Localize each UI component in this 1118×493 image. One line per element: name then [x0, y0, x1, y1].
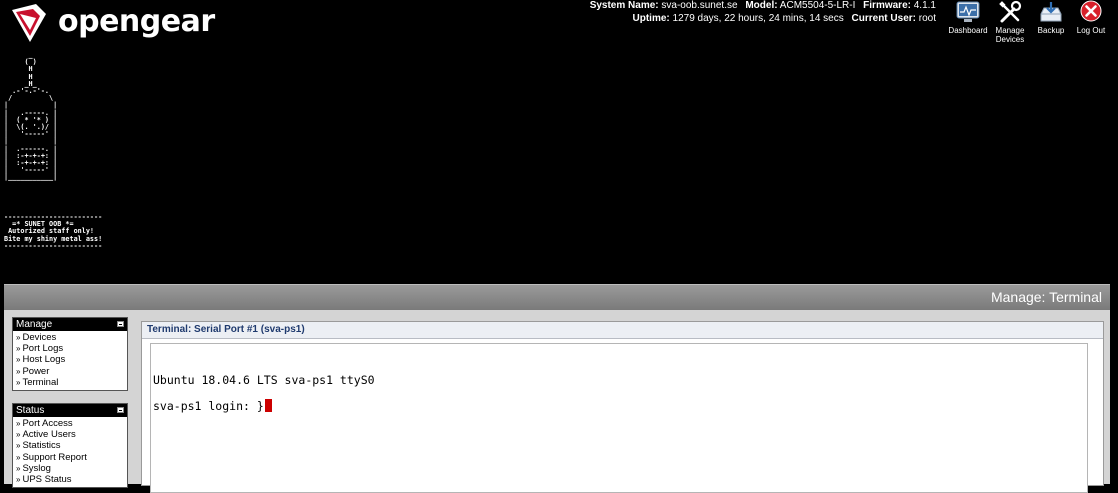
- chevron-right-icon: »: [16, 441, 21, 451]
- chevron-right-icon: »: [16, 463, 21, 473]
- opengear-logo[interactable]: opengear: [6, 0, 215, 46]
- system-name-value: sva-oob.sunet.se: [661, 0, 738, 11]
- ascii-banner-art: _ ( ) H H _H_ .-'-.-'-. / \ | | | .-----…: [4, 51, 58, 182]
- system-info: System Name: sva-oob.sunet.se Model: ACM…: [590, 0, 936, 25]
- backup-button[interactable]: Backup: [1032, 0, 1070, 44]
- menu-item-label: Host Logs: [22, 354, 66, 366]
- close-icon: [1080, 0, 1102, 22]
- menu-item-label: Support Report: [22, 451, 87, 463]
- terminal-prompt-line: sva-ps1 login: }: [153, 399, 272, 413]
- menu-item-label: UPS Status: [22, 474, 72, 486]
- menu-item-support-report[interactable]: » Support Report: [16, 452, 127, 463]
- menu-item-label: Statistics: [22, 440, 61, 452]
- main-panel: Manage: Terminal Manage » Devices » Port L…: [4, 284, 1110, 493]
- menu-item-host-logs[interactable]: » Host Logs: [16, 354, 127, 365]
- menu-item-label: Power: [22, 365, 50, 377]
- log-out-button[interactable]: Log Out: [1072, 0, 1110, 44]
- minimize-icon[interactable]: [117, 407, 124, 413]
- terminal-title: Terminal: Serial Port #1 (sva-ps1): [142, 322, 1103, 339]
- menu-item-label: Active Users: [22, 429, 76, 441]
- chevron-right-icon: »: [16, 333, 21, 342]
- terminal-line: Ubuntu 18.04.6 LTS sva-ps1 ttyS0: [153, 373, 375, 387]
- chevron-right-icon: »: [16, 344, 21, 354]
- current-user-value: root: [918, 12, 936, 24]
- log-out-label: Log Out: [1076, 26, 1106, 35]
- firmware-label: Firmware:: [863, 0, 911, 11]
- chevron-right-icon: »: [16, 430, 21, 440]
- firmware-value: 4.1.1: [913, 0, 936, 11]
- manage-devices-label: Manage Devices: [995, 26, 1025, 44]
- menu-item-port-access[interactable]: » Port Access: [16, 418, 127, 429]
- opengear-logo-icon: [12, 4, 46, 42]
- menu-item-label: Syslog: [22, 462, 51, 474]
- terminal-screen[interactable]: Ubuntu 18.04.6 LTS sva-ps1 ttyS0 sva-ps1…: [150, 343, 1088, 493]
- manage-devices-button[interactable]: Manage Devices: [990, 0, 1030, 44]
- chevron-right-icon: »: [16, 377, 21, 387]
- tools-icon: [999, 0, 1022, 23]
- status-menu-title: Status: [16, 405, 45, 416]
- menu-item-port-logs[interactable]: » Port Logs: [16, 343, 127, 354]
- status-menu: Status » Port Access » Active Users » Stati…: [12, 403, 128, 489]
- menu-item-power[interactable]: » Power: [16, 366, 127, 377]
- minimize-icon[interactable]: [117, 321, 124, 327]
- menu-item-label: Devices: [22, 332, 57, 343]
- menu-item-syslog[interactable]: » Syslog: [16, 463, 127, 474]
- terminal-prompt: sva-ps1 login: }: [153, 399, 264, 413]
- menu-item-devices[interactable]: » Devices: [16, 332, 127, 343]
- chevron-right-icon: »: [16, 366, 21, 376]
- model-label: Model:: [745, 0, 778, 11]
- page-header-bar: Manage: Terminal: [4, 284, 1110, 310]
- top-toolbar: Dashboard Manage Devices Backup Log Out: [948, 0, 1110, 44]
- page-title: Manage: Terminal: [990, 289, 1102, 305]
- manage-menu-title: Manage: [16, 319, 53, 330]
- model-value: ACM5504-5-LR-I: [779, 0, 856, 11]
- uptime-value: 1279 days, 22 hours, 24 mins, 14 secs: [672, 12, 844, 24]
- manage-menu-header[interactable]: Manage: [13, 318, 127, 331]
- menu-item-terminal[interactable]: » Terminal: [16, 377, 127, 388]
- chevron-right-icon: »: [16, 475, 21, 485]
- brand-name: opengear: [58, 3, 215, 39]
- chevron-right-icon: »: [16, 355, 21, 365]
- menu-item-label: Port Access: [22, 418, 73, 429]
- chevron-right-icon: »: [16, 452, 21, 462]
- dashboard-icon: [956, 1, 980, 22]
- menu-item-active-users[interactable]: » Active Users: [16, 429, 127, 440]
- menu-item-label: Terminal: [22, 376, 59, 388]
- chevron-right-icon: »: [16, 419, 21, 428]
- menu-item-statistics[interactable]: » Statistics: [16, 440, 127, 451]
- manage-menu: Manage » Devices » Port Logs » Host Logs » P…: [12, 317, 128, 392]
- dashboard-button[interactable]: Dashboard: [948, 0, 988, 44]
- oob-banner-text: ------------------------ =* SUNET OOB *=…: [4, 213, 103, 250]
- current-user-label: Current User:: [851, 12, 916, 24]
- dashboard-label: Dashboard: [948, 26, 988, 35]
- backup-icon: [1040, 2, 1062, 22]
- uptime-label: Uptime:: [632, 12, 670, 24]
- menu-item-label: Port Logs: [22, 343, 64, 355]
- terminal-cursor: [264, 399, 272, 412]
- banner-line: ------------------------: [4, 241, 103, 250]
- status-menu-header[interactable]: Status: [13, 404, 127, 417]
- system-name-label: System Name:: [589, 0, 659, 11]
- backup-label: Backup: [1037, 26, 1065, 35]
- terminal-section: Terminal: Serial Port #1 (sva-ps1) Ubunt…: [141, 321, 1104, 493]
